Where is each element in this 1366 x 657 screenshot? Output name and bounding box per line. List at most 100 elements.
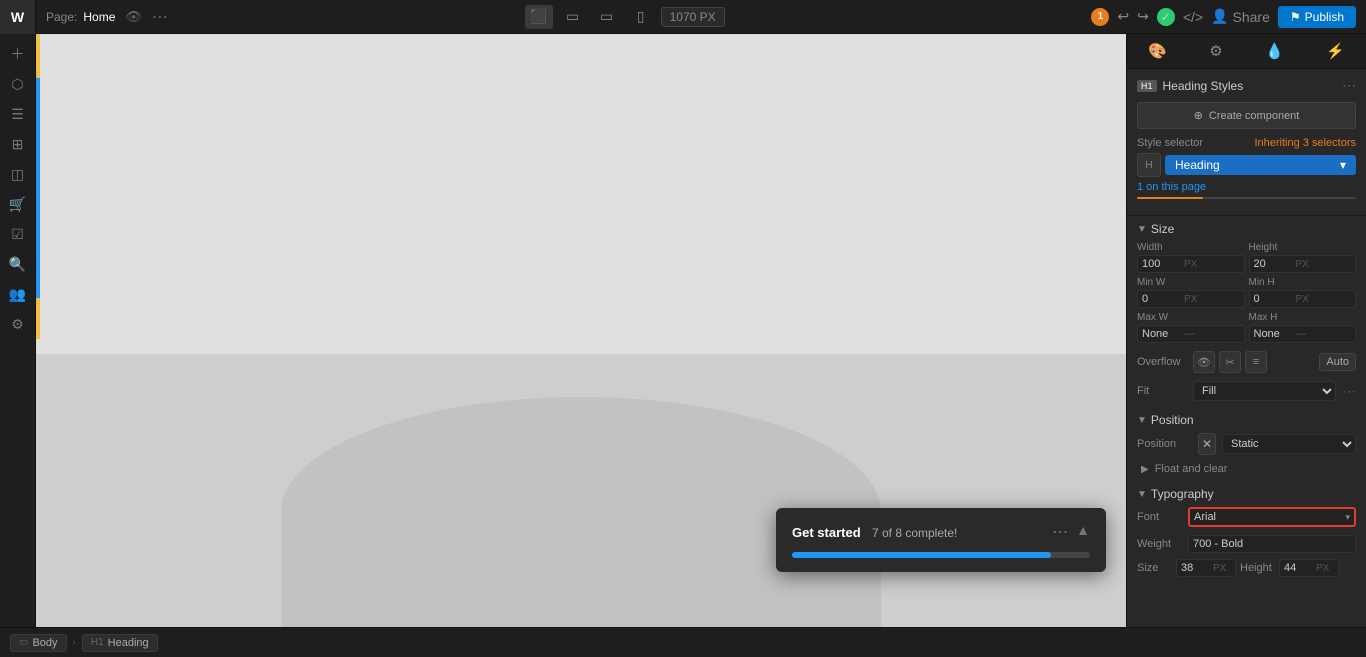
device-toolbar: ⬛ ▭ ▭ ▯ 1070 PX (168, 5, 1081, 29)
tablet-portrait-btn[interactable]: ▭ (593, 5, 621, 29)
tab-responsive[interactable]: 💧 (1257, 40, 1292, 62)
canvas-bottom-section (36, 354, 1126, 627)
float-row[interactable]: ▶ Float and clear (1127, 461, 1366, 481)
tab-style[interactable]: 🎨 (1140, 40, 1175, 62)
panel-options-icon[interactable]: ⋯ (1342, 77, 1356, 94)
undo-btn[interactable]: ↩ (1117, 8, 1129, 25)
size-fields: Width PX Height PX Min (1127, 240, 1366, 349)
style-selector-row: Style selector Inheriting 3 selectors (1137, 137, 1356, 149)
pages-icon[interactable]: ☰ (3, 100, 33, 128)
page-label: Page: (46, 10, 77, 24)
maxh-input[interactable] (1254, 328, 1294, 340)
minh-input-row: PX (1249, 290, 1357, 308)
maxh-label: Max H (1249, 312, 1357, 323)
overflow-visible-icon[interactable]: 👁 (1193, 351, 1215, 373)
fit-more-icon[interactable]: ⋯ (1342, 383, 1356, 400)
position-row: Position ✕ Static (1127, 431, 1366, 461)
typography-section-header[interactable]: ▼ Typography (1127, 481, 1366, 505)
overflow-hidden-icon[interactable]: ✂ (1219, 351, 1241, 373)
tab-interactions[interactable]: ⚡ (1318, 40, 1353, 62)
minw-label: Min W (1137, 277, 1245, 288)
typo-height-input[interactable] (1284, 562, 1314, 574)
font-select[interactable]: Arial (1190, 509, 1354, 525)
selector-tag[interactable]: Heading ▾ (1165, 155, 1356, 175)
redo-btn[interactable]: ↪ (1137, 8, 1149, 25)
get-started-count: 7 of 8 complete! (872, 526, 957, 540)
search-icon[interactable]: 🔍 (3, 250, 33, 278)
typography-section: ▼ Typography Font Arial ▾ Weight 70 (1127, 481, 1366, 581)
body-label: Body (32, 637, 57, 649)
publish-button[interactable]: ⚑ Publish (1278, 6, 1356, 28)
share-icon: 👤 (1211, 8, 1228, 25)
bottom-bar: ▭ Body › H1 Heading (0, 627, 1366, 657)
page-name[interactable]: Home (83, 10, 115, 24)
font-select-wrapper[interactable]: Arial ▾ (1188, 507, 1356, 527)
style-progress-bar (1137, 197, 1356, 199)
selector-icon-box[interactable]: H (1137, 153, 1161, 177)
settings-icon[interactable]: ⚙ (3, 310, 33, 338)
width-unit: PX (1184, 259, 1197, 270)
eye-icon[interactable]: 👁 (125, 9, 142, 25)
minw-input[interactable] (1142, 293, 1182, 305)
typo-size-unit: PX (1213, 563, 1226, 574)
fit-select[interactable]: Fill (1193, 381, 1336, 401)
style-selector-label: Style selector (1137, 137, 1203, 149)
forms-icon[interactable]: ☑ (3, 220, 33, 248)
panel-heading-row: H1 Heading Styles ⋯ (1137, 77, 1356, 94)
position-select[interactable]: Static (1222, 434, 1356, 454)
add-element-icon[interactable]: ＋ (3, 40, 33, 68)
tab-settings[interactable]: ⚙ (1201, 40, 1230, 62)
h1-badge: H1 (1137, 80, 1157, 92)
mobile-device-btn[interactable]: ▯ (627, 5, 655, 29)
ecommerce-icon[interactable]: 🛒 (3, 190, 33, 218)
height-label: Height (1249, 242, 1357, 253)
viewport-size: 1070 PX (661, 7, 725, 27)
minh-input[interactable] (1254, 293, 1294, 305)
minh-field-group: Min H PX (1249, 277, 1357, 308)
position-clear-btn[interactable]: ✕ (1198, 433, 1216, 455)
width-input-row: PX (1137, 255, 1245, 273)
create-component-button[interactable]: ⊕ Create component (1137, 102, 1356, 129)
code-btn[interactable]: </> (1183, 9, 1203, 25)
tablet-landscape-btn[interactable]: ▭ (559, 5, 587, 29)
blue-element-bar (36, 78, 40, 298)
breadcrumb-body[interactable]: ▭ Body (10, 634, 67, 652)
size-arrow-icon: ▼ (1137, 224, 1147, 235)
popup-options-btn[interactable]: ⋯ (1052, 522, 1068, 542)
panel-heading-title: Heading Styles (1163, 79, 1336, 93)
maxw-dash: — (1184, 328, 1195, 340)
share-btn[interactable]: 👤 Share (1211, 8, 1270, 25)
components-icon[interactable]: ⊞ (3, 130, 33, 158)
font-label: Font (1137, 511, 1182, 523)
size-section-header[interactable]: ▼ Size (1127, 216, 1366, 240)
layers-icon[interactable]: ⬡ (3, 70, 33, 98)
notification-badge[interactable]: 1 (1091, 8, 1109, 26)
width-field-group: Width PX (1137, 242, 1245, 273)
canvas-area[interactable]: Get started 7 of 8 complete! ⋯ ▲ (36, 34, 1126, 627)
maxw-input-row: — (1137, 325, 1245, 343)
breadcrumb-heading[interactable]: H1 Heading (82, 634, 158, 652)
topbar: W Page: Home 👁 ⋯ ⬛ ▭ ▭ ▯ 1070 PX 1 ↩ ↪ ✓… (0, 0, 1366, 34)
width-label: Width (1137, 242, 1245, 253)
maxh-input-row: — (1249, 325, 1357, 343)
assets-icon[interactable]: ◫ (3, 160, 33, 188)
style-progress-fill (1137, 197, 1203, 199)
get-started-header: Get started 7 of 8 complete! ⋯ ▲ (792, 522, 1090, 542)
typo-size-input[interactable] (1181, 562, 1211, 574)
weight-select[interactable]: 700 - Bold (1188, 535, 1356, 553)
width-input[interactable] (1142, 258, 1182, 270)
size-section: ▼ Size Width PX Height (1127, 216, 1366, 407)
get-started-popup: Get started 7 of 8 complete! ⋯ ▲ (776, 508, 1106, 572)
maxw-input[interactable] (1142, 328, 1182, 340)
topbar-right: 1 ↩ ↪ ✓ </> 👤 Share ⚑ Publish (1081, 6, 1366, 28)
desktop-device-btn[interactable]: ⬛ (525, 5, 553, 29)
position-section-header[interactable]: ▼ Position (1127, 407, 1366, 431)
overflow-auto-label[interactable]: Auto (1319, 353, 1356, 371)
users-icon[interactable]: 👥 (3, 280, 33, 308)
popup-close-btn[interactable]: ▲ (1076, 522, 1090, 542)
height-input[interactable] (1254, 258, 1294, 270)
height-unit: PX (1296, 259, 1309, 270)
position-field-label: Position (1137, 438, 1192, 450)
page-options-icon[interactable]: ⋯ (152, 7, 168, 27)
overflow-scroll-icon[interactable]: ≡ (1245, 351, 1267, 373)
